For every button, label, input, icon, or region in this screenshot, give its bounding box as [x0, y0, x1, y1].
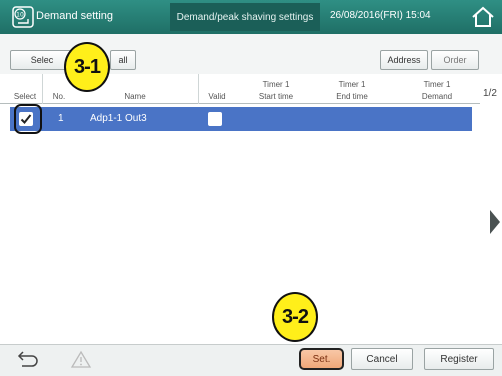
column-end-time: End time	[336, 92, 368, 101]
home-icon[interactable]	[470, 5, 496, 29]
column-demand: Demand	[421, 92, 453, 101]
column-start-time: Start time	[258, 92, 294, 101]
select-all-label: Selec	[30, 55, 54, 65]
column-name: Name	[124, 92, 146, 101]
svg-text:10: 10	[16, 12, 24, 19]
row-name: Adp1-1 Out3	[90, 113, 147, 124]
column-timer1-end-label: Timer 1	[338, 80, 366, 89]
callout-highlight-checkbox	[14, 104, 42, 134]
column-timer1-demand-label: Timer 1	[423, 80, 451, 89]
header-bar: 10 Demand setting Demand/peak shaving se…	[0, 0, 502, 34]
select-all-label-right: all	[118, 55, 128, 65]
column-valid: Valid	[208, 92, 226, 101]
column-divider	[198, 74, 199, 104]
table-row[interactable]: 1 Adp1-1 Out3	[10, 107, 472, 131]
callout-step-3-2: 3-2	[272, 292, 318, 342]
column-timer1-start-label: Timer 1	[262, 80, 290, 89]
next-page-arrow-icon[interactable]	[490, 210, 500, 234]
set-button[interactable]: Set.	[299, 348, 344, 370]
page-title: Demand setting	[36, 10, 114, 22]
row-valid-checkbox[interactable]	[208, 112, 222, 126]
callout-label: 3-2	[282, 305, 309, 328]
demand-setting-icon: 10	[12, 6, 34, 28]
select-all-button-right[interactable]: all	[110, 50, 136, 70]
back-arrow-icon[interactable]	[10, 347, 44, 371]
column-no: No.	[52, 92, 66, 101]
row-number: 1	[58, 113, 64, 124]
address-sort-button[interactable]: Address	[380, 50, 428, 70]
column-select: Select	[13, 92, 37, 101]
callout-label: 3-1	[74, 55, 101, 78]
page-indicator: 1/2	[483, 88, 497, 99]
callout-step-3-1: 3-1	[64, 42, 110, 92]
header-subtitle: Demand/peak shaving settings	[170, 3, 320, 31]
cancel-button[interactable]: Cancel	[351, 348, 413, 370]
register-button[interactable]: Register	[424, 348, 494, 370]
order-sort-button[interactable]: Order	[431, 50, 479, 70]
warning-icon[interactable]	[64, 347, 98, 371]
header-datetime: 26/08/2016(FRI) 15:04	[330, 10, 431, 21]
column-divider	[42, 74, 43, 104]
